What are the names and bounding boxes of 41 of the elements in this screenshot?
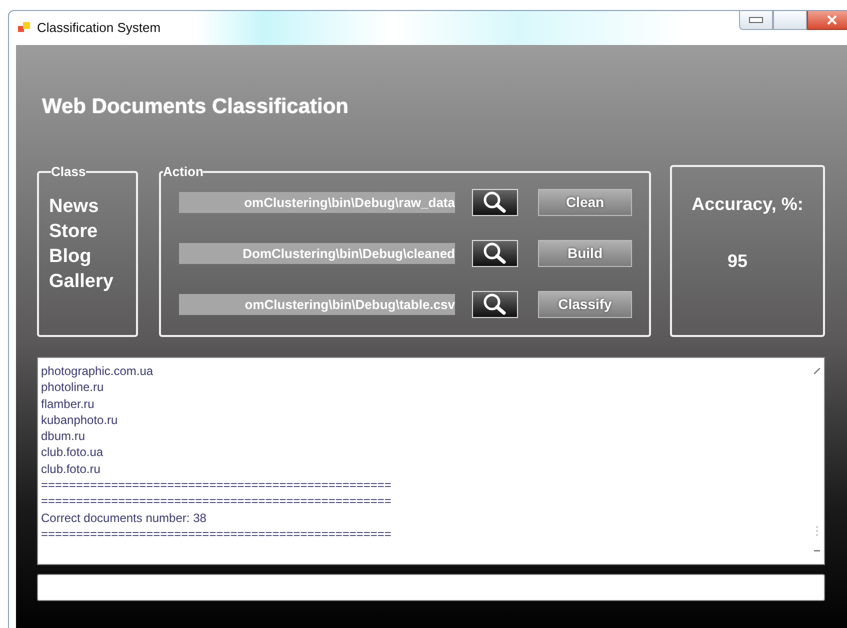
- path-field[interactable]: omClustering\bin\Debug\raw_data: [179, 192, 455, 212]
- class-name: News: [49, 195, 100, 219]
- browse-button[interactable]: [472, 188, 518, 216]
- class-name: Blog: [49, 245, 92, 269]
- dash-icon: [814, 550, 820, 552]
- log-line: photographic.com.ua: [41, 363, 154, 380]
- app-icon: [17, 21, 31, 35]
- search-icon: [482, 191, 508, 213]
- log-textbox[interactable]: [37, 357, 825, 565]
- log-line: club.foto.ru: [41, 460, 102, 478]
- log-line: Correct documents number: 38: [41, 510, 208, 526]
- window-title: Classification System: [37, 20, 161, 35]
- resize-grip-icon: [814, 368, 820, 374]
- browse-button[interactable]: [472, 240, 518, 266]
- group-label: Action: [163, 165, 204, 178]
- class-name: Store: [49, 220, 99, 244]
- class-name: Gallery: [49, 270, 114, 294]
- accuracy-label: Accuracy, %:: [692, 194, 804, 215]
- action-button[interactable]: Clean: [538, 188, 632, 216]
- group-label: Class: [51, 165, 86, 178]
- log-line: club.foto.ua: [41, 444, 104, 461]
- form-heading: Web Documents Classification: [41, 94, 350, 120]
- log-line: kubanphoto.ru: [41, 412, 119, 428]
- path-field[interactable]: omClustering\bin\Debug\table.csv: [179, 294, 455, 314]
- close-icon: [826, 15, 838, 25]
- log-line: photoline.ru: [41, 379, 105, 396]
- log-line: ==================================================: [41, 493, 392, 510]
- browse-button[interactable]: [472, 290, 518, 318]
- search-icon: [482, 242, 508, 264]
- minimize-button[interactable]: [739, 11, 773, 30]
- action-button[interactable]: Classify: [538, 290, 632, 318]
- log-line: dbum.ru: [41, 428, 86, 444]
- log-line: flamber.ru: [41, 396, 96, 412]
- accuracy-value: 95: [727, 251, 748, 272]
- search-icon: [482, 293, 508, 315]
- log-line: ==================================================: [41, 477, 392, 494]
- input-field[interactable]: [37, 574, 825, 601]
- path-field[interactable]: DomClustering\bin\Debug\cleaned: [179, 242, 455, 264]
- close-button[interactable]: [807, 11, 847, 30]
- log-line: ==================================================: [41, 526, 392, 542]
- action-button[interactable]: Build: [538, 240, 632, 266]
